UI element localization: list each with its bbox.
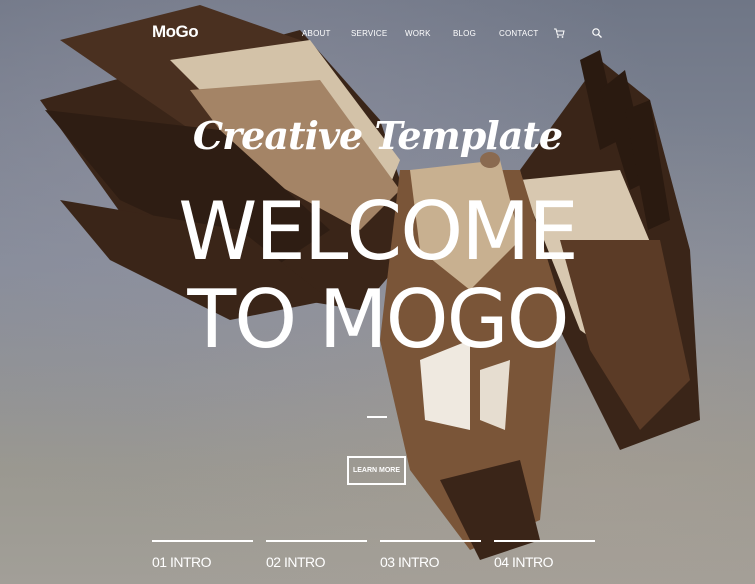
hero-divider <box>367 416 387 418</box>
top-navbar: MoGo ABOUT SERVICE WORK BLOG CONTACT <box>0 0 755 60</box>
nav-about[interactable]: ABOUT <box>302 29 331 38</box>
intro-tab-1[interactable]: 01 INTRO <box>152 540 253 570</box>
hero-subtitle: Creative Template <box>192 113 563 158</box>
nav-work[interactable]: WORK <box>405 29 431 38</box>
hero-title-line1: WELCOME <box>178 185 579 278</box>
logo[interactable]: MoGo <box>152 22 199 42</box>
cart-icon[interactable] <box>553 27 565 39</box>
intro-tab-4[interactable]: 04 INTRO <box>494 540 595 570</box>
nav-service[interactable]: SERVICE <box>351 29 387 38</box>
intro-tab-3[interactable]: 03 INTRO <box>380 540 481 570</box>
intro-tab-2[interactable]: 02 INTRO <box>266 540 367 570</box>
learn-more-button[interactable]: LEARN MORE <box>347 456 406 485</box>
hero-title: WELCOME TO MOGO <box>0 188 755 364</box>
hero-title-line2: TO MOGO <box>187 273 569 366</box>
nav-contact[interactable]: CONTACT <box>499 29 538 38</box>
search-icon[interactable] <box>591 27 603 39</box>
nav-blog[interactable]: BLOG <box>453 29 476 38</box>
